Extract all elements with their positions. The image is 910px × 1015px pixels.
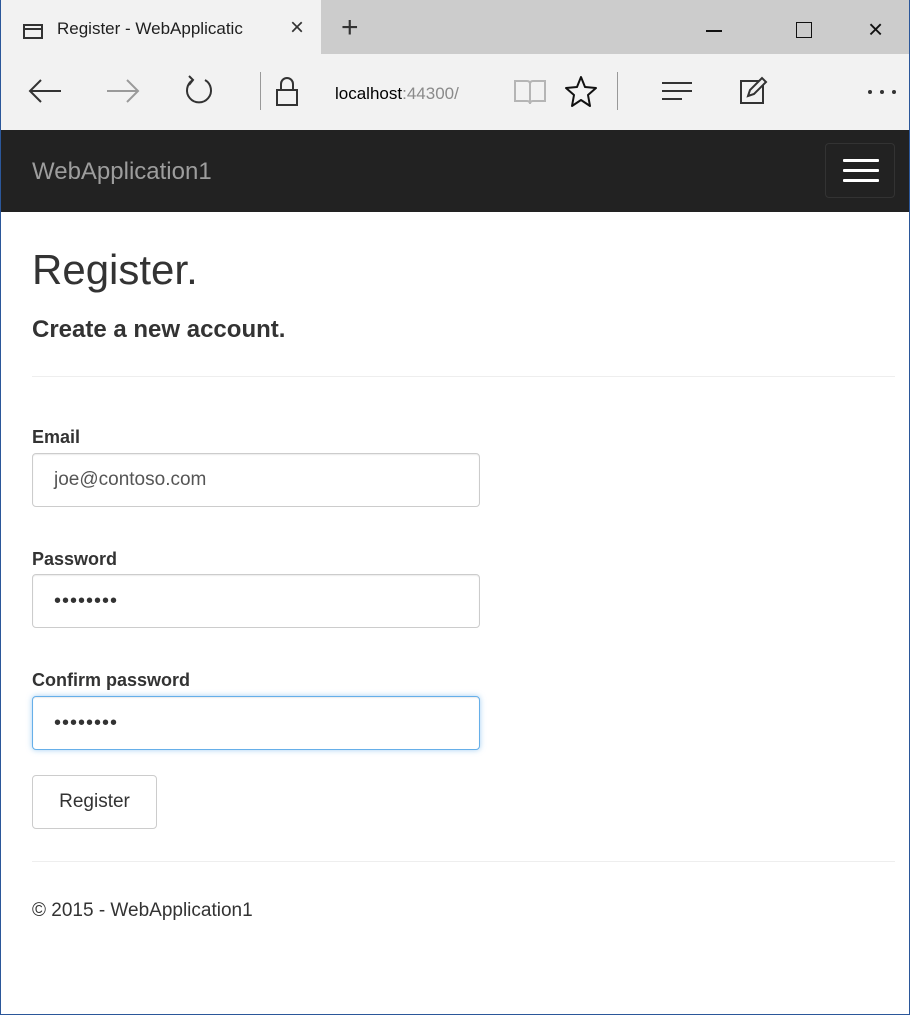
page-subtitle: Create a new account. (32, 316, 286, 343)
window-close-icon[interactable]: × (868, 15, 883, 43)
hamburger-bar (843, 169, 879, 172)
brand-link[interactable]: WebApplication1 (32, 158, 212, 186)
forward-arrow-icon[interactable] (105, 76, 141, 106)
browser-toolbar: localhost:44300/ (1, 54, 909, 130)
more-icon[interactable] (865, 88, 899, 96)
page-title: Register. (32, 246, 198, 293)
tab-title: Register - WebApplicatic (57, 19, 243, 38)
footer-text: © 2015 - WebApplication1 (32, 900, 253, 921)
register-button[interactable]: Register (32, 775, 157, 829)
password-label: Password (32, 549, 118, 569)
page-icon (23, 24, 43, 39)
url-host: localhost (335, 84, 403, 103)
back-arrow-icon[interactable] (27, 76, 63, 106)
new-tab-icon[interactable]: + (341, 12, 359, 44)
url-path: :44300/ (402, 84, 459, 103)
lock-icon[interactable] (275, 74, 299, 108)
address-url[interactable]: localhost:44300/ (335, 84, 459, 104)
reading-view-icon[interactable] (513, 78, 547, 106)
footer-divider (32, 861, 895, 862)
hub-icon[interactable] (660, 80, 694, 102)
hamburger-bar (843, 179, 879, 182)
menu-toggle-button[interactable] (825, 143, 895, 198)
refresh-icon[interactable] (183, 74, 215, 108)
minimize-icon[interactable] (706, 30, 722, 32)
hamburger-icon (843, 159, 879, 162)
confirm-password-field[interactable]: •••••••• (32, 696, 480, 750)
tab-close-icon[interactable]: × (290, 15, 304, 41)
browser-window: Register - WebApplicatic × + × localhost… (0, 0, 910, 1015)
address-separator (260, 72, 261, 110)
maximize-icon[interactable] (796, 22, 812, 38)
email-field[interactable]: joe@contoso.com (32, 453, 480, 507)
web-note-icon[interactable] (738, 76, 768, 106)
tab-bar: Register - WebApplicatic × + × (1, 0, 909, 54)
browser-tab[interactable]: Register - WebApplicatic × (1, 0, 321, 54)
app-navbar: WebApplication1 (1, 130, 909, 212)
toolbar-separator (617, 72, 618, 110)
password-field[interactable]: •••••••• (32, 574, 480, 628)
divider (32, 376, 895, 377)
favorite-star-icon[interactable] (563, 74, 599, 110)
confirm-password-label: Confirm password (32, 670, 191, 690)
email-label: Email (32, 427, 81, 447)
